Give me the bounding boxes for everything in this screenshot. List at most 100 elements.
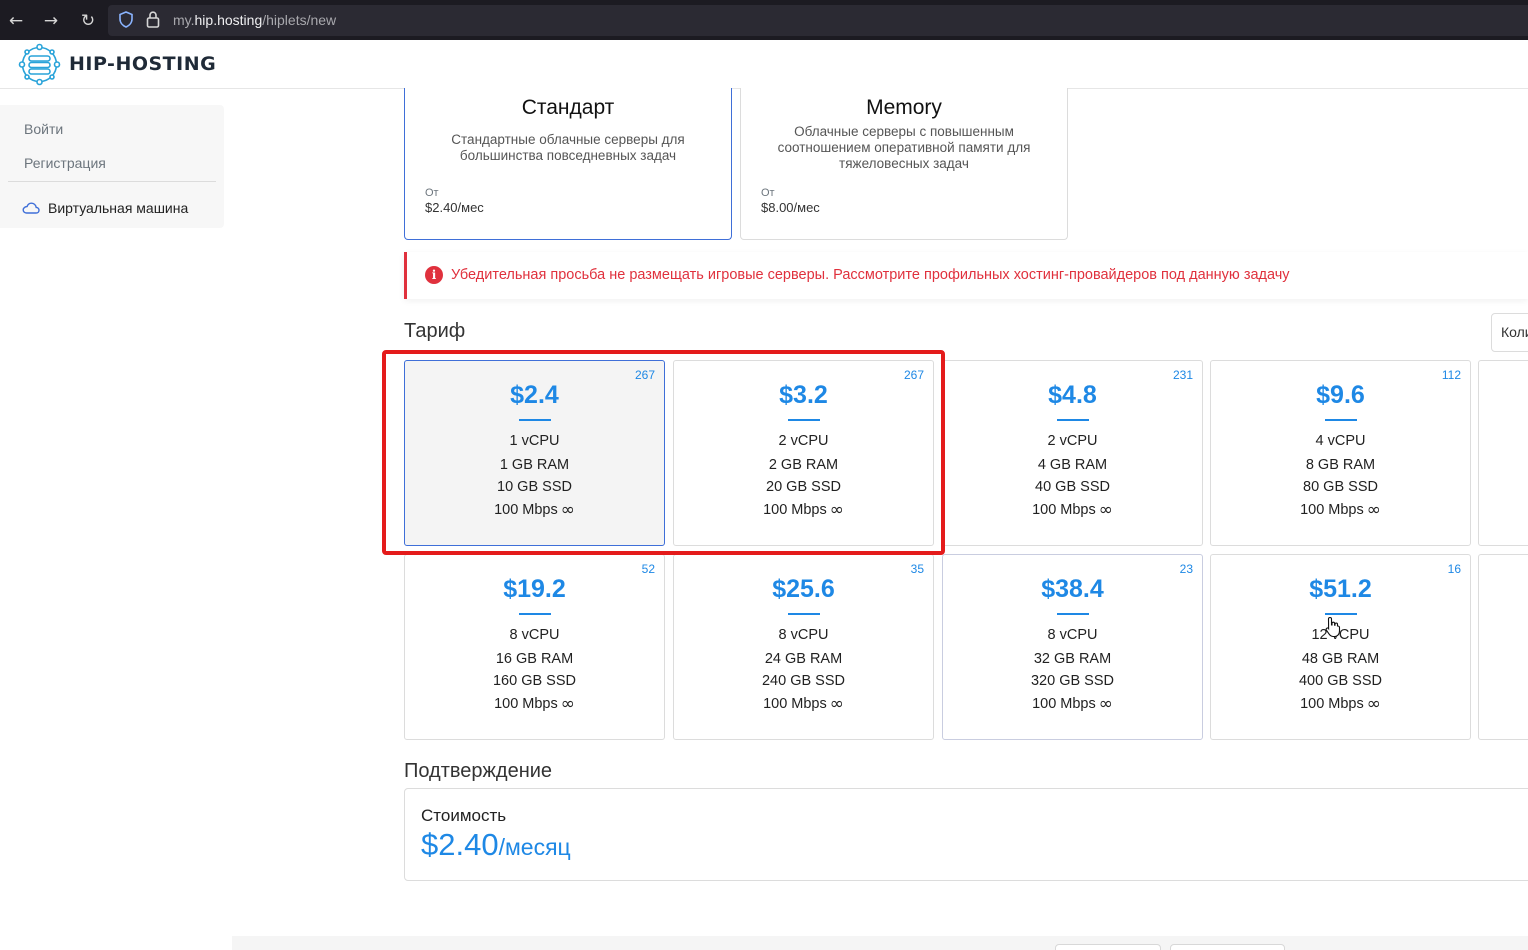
brand-name[interactable]: HIP-HOSTING (69, 53, 216, 75)
reload-icon[interactable]: ↻ (77, 10, 99, 32)
sidebar-item-login[interactable]: Войти (24, 121, 63, 137)
cost-label: Стоимость (421, 806, 507, 825)
logo-icon[interactable] (17, 42, 62, 87)
warning-alert: i Убедительная просьба не размещать игро… (404, 252, 1528, 299)
url-text[interactable]: my.hip.hosting/hiplets/new (173, 12, 336, 28)
tariff-ssd: 20 GB SSD (766, 479, 841, 495)
tariff-card[interactable]: 23 $38.4 8 vCPU 32 GB RAM 320 GB SSD 100 Mbps… (942, 554, 1203, 740)
tariff-ram: 4 GB RAM (1037, 457, 1108, 473)
infinity-icon: ∞ (1366, 500, 1381, 520)
tariff-ram: 24 GB RAM (764, 651, 843, 667)
tariff-stock-count: 112 (1441, 368, 1461, 382)
category-standard-card[interactable]: Стандарт Стандартные облачные серверы дл… (404, 88, 732, 240)
back-icon[interactable]: ← (5, 10, 27, 32)
price-underline (788, 613, 820, 615)
category-title: Memory (866, 96, 942, 119)
tariff-card[interactable]: 112 $9.6 4 vCPU 8 GB RAM 80 GB SSD 100 Mbps ∞ (1210, 360, 1471, 546)
price-underline (519, 419, 551, 421)
quantity-select[interactable]: Коли (1491, 313, 1528, 352)
infinity-icon: ∞ (829, 694, 844, 714)
tariff-price: $3.2 (779, 381, 828, 409)
tariff-cpu: 8 vCPU (778, 627, 829, 643)
footer-button[interactable] (1170, 944, 1285, 950)
forward-icon[interactable]: → (40, 10, 62, 32)
price-underline (1325, 419, 1357, 421)
tariff-stock-count: 35 (910, 562, 924, 576)
tariff-price: $38.4 (1041, 575, 1104, 603)
hand-cursor-icon (1325, 616, 1341, 638)
tariff-network: 100 Mbps ∞ (494, 500, 575, 520)
sidebar-item-register[interactable]: Регистрация (24, 155, 106, 171)
cost-value: $2.40/месяц (421, 827, 571, 862)
tariff-ram: 48 GB RAM (1301, 651, 1380, 667)
tariff-price: $4.8 (1048, 381, 1097, 409)
tariff-price: $25.6 (772, 575, 835, 603)
tariff-stock-count: 267 (903, 368, 924, 382)
site-header: HIP-HOSTING (0, 40, 1528, 89)
tariff-price: $51.2 (1309, 575, 1372, 603)
tariff-card-partial[interactable] (1478, 360, 1528, 546)
tariff-network: 100 Mbps ∞ (763, 500, 844, 520)
tariff-ram: 16 GB RAM (495, 651, 574, 667)
tariff-stock-count: 16 (1447, 562, 1461, 576)
tariff-stock-count: 231 (1172, 368, 1193, 382)
tariff-network: 100 Mbps ∞ (494, 694, 575, 714)
tariff-cpu: 8 vCPU (509, 627, 560, 643)
price-underline (519, 613, 551, 615)
sidebar-item-label: Виртуальная машина (48, 200, 189, 216)
tariff-price: $19.2 (503, 575, 566, 603)
confirm-card: Стоимость $2.40/месяц (404, 788, 1528, 881)
tariff-cpu: 2 vCPU (1047, 433, 1098, 449)
infinity-icon: ∞ (560, 694, 575, 714)
tariff-stock-count: 23 (1179, 562, 1193, 576)
lock-icon[interactable] (146, 11, 160, 28)
tariff-card[interactable]: 267 $2.4 1 vCPU 1 GB RAM 10 GB SSD 100 Mbps ∞ (404, 360, 665, 546)
tariff-network: 100 Mbps ∞ (1032, 694, 1113, 714)
tariff-stock-count: 267 (634, 368, 655, 382)
category-price: $8.00/мес (761, 200, 820, 215)
tariff-cpu: 2 vCPU (778, 433, 829, 449)
tariff-ram: 2 GB RAM (768, 457, 839, 473)
infinity-icon: ∞ (1098, 694, 1113, 714)
tariff-card[interactable]: 231 $4.8 2 vCPU 4 GB RAM 40 GB SSD 100 Mbps ∞ (942, 360, 1203, 546)
tariff-ssd: 400 GB SSD (1298, 673, 1382, 689)
tariff-ssd: 80 GB SSD (1303, 479, 1378, 495)
footer-button[interactable] (1055, 944, 1161, 950)
tariff-ssd: 40 GB SSD (1035, 479, 1110, 495)
tariff-section-title: Тариф (404, 320, 466, 342)
tariff-stock-count: 52 (641, 562, 655, 576)
tariff-card[interactable]: 52 $19.2 8 vCPU 16 GB RAM 160 GB SSD 100 Mbps… (404, 554, 665, 740)
tariff-card[interactable]: 35 $25.6 8 vCPU 24 GB RAM 240 GB SSD 100 Mbps… (673, 554, 934, 740)
category-memory-card[interactable]: Memory Облачные серверы с повышенным соо… (740, 88, 1068, 240)
shield-icon[interactable] (119, 11, 133, 28)
price-underline (1057, 613, 1089, 615)
tariff-card[interactable]: 16 $51.2 12 vCPU 48 GB RAM 400 GB SSD 100 Mbp… (1210, 554, 1471, 740)
tariff-network: 100 Mbps ∞ (1300, 694, 1381, 714)
sidebar-divider (8, 181, 216, 182)
tariff-price: $2.4 (510, 381, 559, 409)
tariff-ram: 8 GB RAM (1305, 457, 1376, 473)
tariff-card[interactable]: 267 $3.2 2 vCPU 2 GB RAM 20 GB SSD 100 Mbps ∞ (673, 360, 934, 546)
infinity-icon: ∞ (560, 500, 575, 520)
category-title: Стандарт (521, 96, 615, 119)
category-price: $2.40/мес (425, 200, 484, 215)
infinity-icon: ∞ (1366, 694, 1381, 714)
confirm-section-title: Подтверждение (404, 760, 553, 782)
tariff-ram: 32 GB RAM (1033, 651, 1112, 667)
category-from-label: От (425, 187, 439, 199)
tariff-card-partial[interactable] (1478, 554, 1528, 740)
tariff-cpu: 1 vCPU (509, 433, 560, 449)
tariff-ssd: 240 GB SSD (761, 673, 845, 689)
sidebar-item-virtual-machine[interactable]: Виртуальная машина (22, 198, 188, 218)
tariff-network: 100 Mbps ∞ (1032, 500, 1113, 520)
price-underline (788, 419, 820, 421)
tariff-ssd: 160 GB SSD (492, 673, 576, 689)
alert-text: Убедительная просьба не размещать игровы… (451, 267, 1290, 283)
category-description: Стандартные облачные серверы для большин… (451, 132, 685, 163)
cloud-icon (22, 202, 40, 214)
tariff-network: 100 Mbps ∞ (1300, 500, 1381, 520)
price-underline (1057, 419, 1089, 421)
category-from-label: От (761, 187, 775, 199)
tariff-ssd: 320 GB SSD (1030, 673, 1114, 689)
tariff-ram: 1 GB RAM (499, 457, 570, 473)
